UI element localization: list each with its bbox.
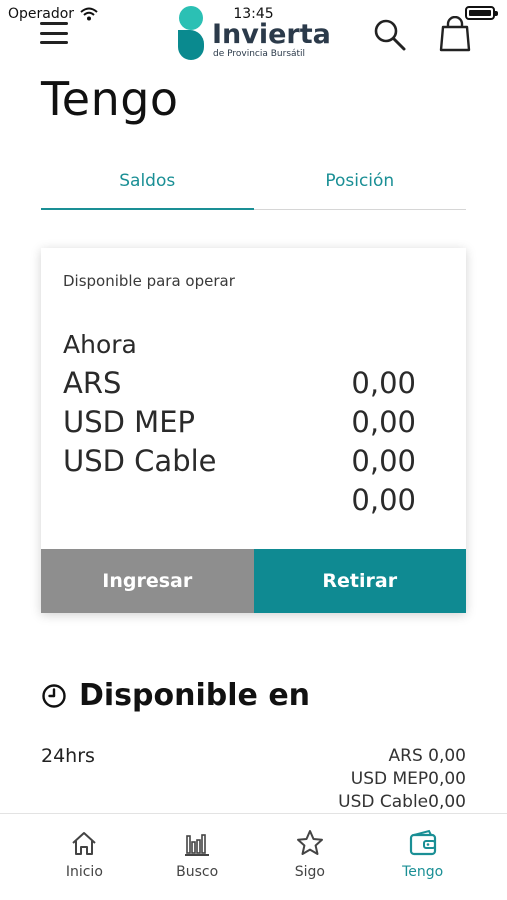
available-section-title: Disponible en <box>41 678 310 713</box>
balance-row: USD MEP 0,00 <box>63 405 416 439</box>
available-period: 24hrs <box>41 745 95 767</box>
balance-row: ARS 0,00 <box>63 366 416 400</box>
nav-item-tengo[interactable]: Tengo <box>383 814 463 900</box>
nav-label: Sigo <box>294 864 325 880</box>
tab-bar: Saldos Posición <box>41 160 466 210</box>
balance-row: USD Cable 0,00 <box>63 444 416 478</box>
card-actions: Ingresar Retirar <box>41 549 466 613</box>
hamburger-icon-line <box>40 22 68 25</box>
nav-label: Tengo <box>402 864 444 880</box>
balance-amount: 0,00 <box>351 405 416 439</box>
nav-label: Inicio <box>65 864 103 880</box>
logo-mark-icon <box>178 6 204 60</box>
nav-label: Busco <box>176 864 219 880</box>
menu-button[interactable] <box>40 22 68 44</box>
app-logo: Invierta de Provincia Bursátil <box>178 6 331 60</box>
balance-amount: 0,00 <box>351 444 416 478</box>
nav-item-inicio[interactable]: Inicio <box>44 814 124 900</box>
balance-row: 0,00 <box>63 483 416 517</box>
tab-posicion[interactable]: Posición <box>254 160 467 209</box>
available-values: ARS 0,00 USD MEP0,00 USD Cable0,00 <box>338 745 466 814</box>
withdraw-button[interactable]: Retirar <box>253 549 466 613</box>
bar-chart-icon <box>185 834 210 856</box>
logo-subtitle: de Provincia Bursátil <box>213 48 306 59</box>
balance-amount: 0,00 <box>351 366 416 400</box>
balance-amount: 0,00 <box>351 483 416 517</box>
balance-currency: USD Cable <box>63 444 217 478</box>
clock-icon <box>42 683 66 708</box>
balance-currency: ARS <box>63 366 122 400</box>
available-value: ARS 0,00 <box>388 746 467 766</box>
now-label: Ahora <box>63 330 137 359</box>
hamburger-icon-line <box>40 41 68 44</box>
hamburger-icon-line <box>40 31 68 35</box>
nav-item-busco[interactable]: Busco <box>157 814 237 900</box>
cart-button[interactable] <box>438 15 472 52</box>
deposit-button[interactable]: Ingresar <box>41 549 254 613</box>
bottom-nav: Inicio Busco Sigo Tengo <box>0 813 507 900</box>
wallet-icon <box>409 829 436 856</box>
balance-currency: USD MEP <box>63 405 196 439</box>
available-title: Disponible en <box>79 678 311 713</box>
card-caption: Disponible para operar <box>63 272 235 290</box>
nav-item-sigo[interactable]: Sigo <box>270 814 350 900</box>
available-value: USD MEP0,00 <box>350 769 466 789</box>
logo-name: Invierta <box>212 18 331 50</box>
page-title: Tengo <box>41 72 179 126</box>
balance-card: Disponible para operar Ahora ARS 0,00 US… <box>41 248 466 613</box>
shopping-bag-icon <box>439 15 471 52</box>
available-value: USD Cable0,00 <box>338 792 466 812</box>
search-icon <box>374 19 406 51</box>
star-icon <box>296 830 323 855</box>
tab-saldos[interactable]: Saldos <box>41 160 254 210</box>
search-button[interactable] <box>373 18 407 52</box>
home-icon <box>72 832 97 855</box>
